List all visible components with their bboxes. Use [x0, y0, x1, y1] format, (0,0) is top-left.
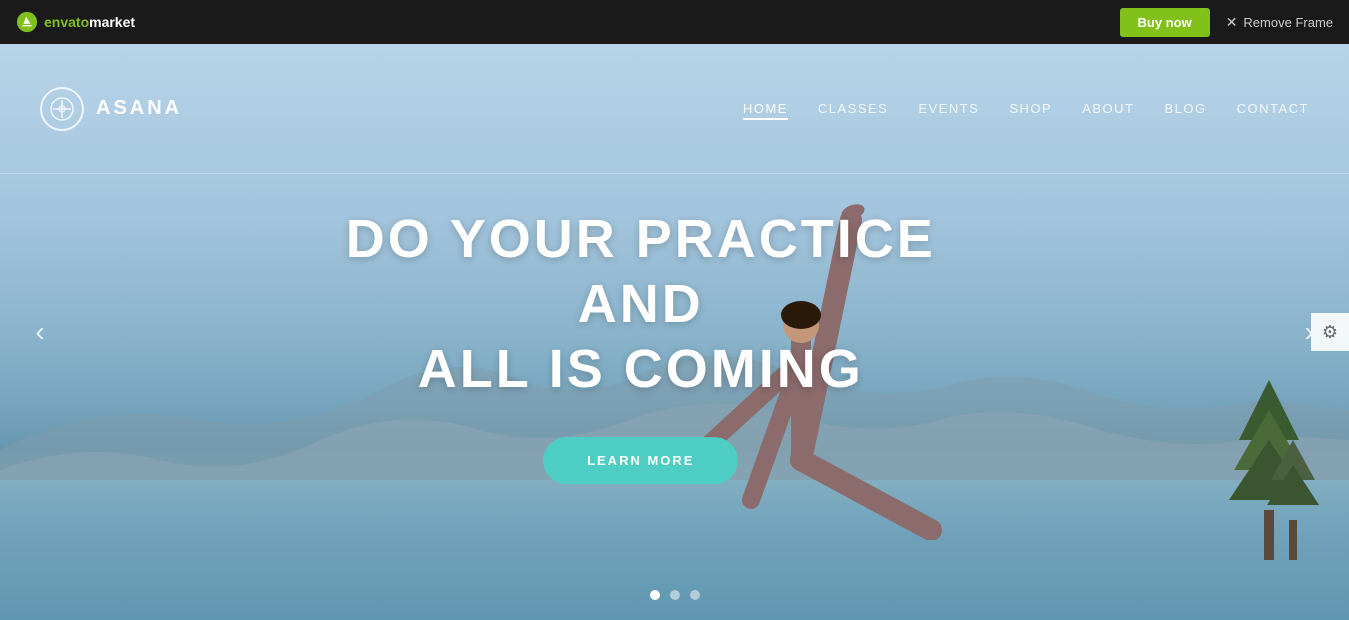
logo-icon: [40, 87, 84, 131]
gear-icon: ⚙: [1322, 322, 1338, 343]
nav-link-classes[interactable]: CLASSES: [818, 97, 888, 120]
hero-title: DO YOUR PRACTICE AND ALL IS COMING: [304, 207, 979, 401]
site-logo: ASANA: [40, 87, 182, 131]
logo-emblem-icon: [49, 96, 75, 122]
main-nav: ASANA HOME CLASSES EVENTS SHOP ABOUT BLO…: [0, 44, 1349, 174]
nav-link-about[interactable]: ABOUT: [1082, 97, 1134, 120]
hero-content: DO YOUR PRACTICE AND ALL IS COMING LEARN…: [304, 207, 979, 484]
slider-dot-1[interactable]: [650, 590, 660, 600]
nav-link-events[interactable]: EVENTS: [918, 97, 979, 120]
envato-logo-icon: [16, 11, 38, 33]
settings-button[interactable]: ⚙: [1311, 313, 1349, 351]
nav-links-group: HOME CLASSES EVENTS SHOP ABOUT BLOG CONT…: [743, 97, 1309, 120]
remove-frame-button[interactable]: ✕ Remove Frame: [1226, 14, 1333, 31]
slider-prev-button[interactable]: ‹: [20, 312, 60, 352]
nav-link-shop[interactable]: SHOP: [1009, 97, 1052, 120]
nav-link-home[interactable]: HOME: [743, 97, 788, 120]
learn-more-button[interactable]: LEARN MORE: [543, 438, 738, 485]
website-preview: ASANA HOME CLASSES EVENTS SHOP ABOUT BLO…: [0, 44, 1349, 620]
buy-now-button[interactable]: Buy now: [1120, 8, 1210, 37]
envato-logo: envatomarket: [16, 11, 135, 33]
slider-dots: [650, 590, 700, 600]
nav-link-blog[interactable]: BLOG: [1165, 97, 1207, 120]
envato-brand-text: envatomarket: [44, 14, 135, 30]
top-bar: envatomarket Buy now ✕ Remove Frame: [0, 0, 1349, 44]
remove-frame-label: Remove Frame: [1243, 15, 1333, 30]
trees-decoration: [1209, 360, 1329, 560]
nav-link-contact[interactable]: CONTACT: [1237, 97, 1309, 120]
top-bar-right: Buy now ✕ Remove Frame: [1120, 8, 1333, 37]
site-name: ASANA: [96, 97, 182, 120]
slider-dot-2[interactable]: [670, 590, 680, 600]
slider-dot-3[interactable]: [690, 590, 700, 600]
close-icon: ✕: [1226, 14, 1238, 31]
